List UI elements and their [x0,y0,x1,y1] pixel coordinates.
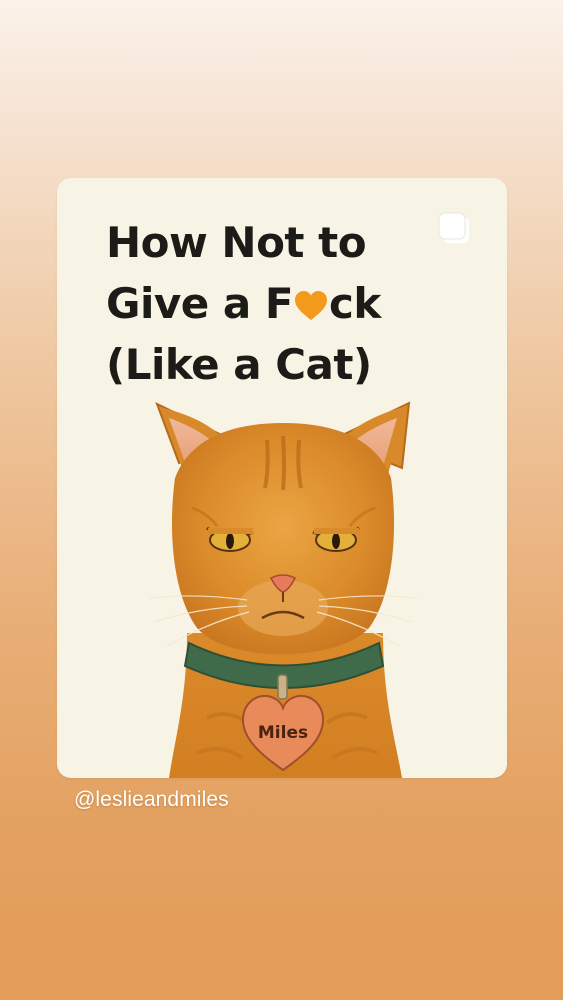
name-tag-heart [241,694,325,772]
title-line-2-start: Give a F [106,279,294,328]
title-line-2-end: ck [329,279,381,328]
title-line-3: (Like a Cat) [106,340,372,389]
multi-post-icon[interactable] [434,208,474,248]
orange-heart-icon [295,291,328,320]
author-handle[interactable]: @leslieandmiles [74,788,229,812]
title-line-1: How Not to [106,218,367,267]
title-line-2: Give a F ck [106,273,381,334]
story-post-card[interactable]: Miles How Not to Give a F ck (Like a Cat) [57,178,507,778]
name-tag-text: Miles [258,723,308,743]
post-title: How Not to Give a F ck (Like a Cat) [106,212,381,395]
